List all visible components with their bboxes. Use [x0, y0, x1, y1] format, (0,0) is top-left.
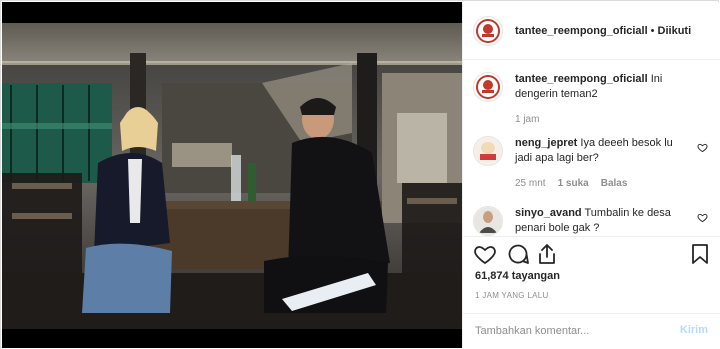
following-button[interactable]: Diikuti — [658, 25, 692, 37]
avatar[interactable] — [473, 15, 503, 46]
share-icon[interactable] — [535, 242, 559, 266]
caption-username[interactable]: tantee_reempong_oficiall — [515, 73, 648, 85]
list-item: sinyo_avand Tumbalin ke desa penari bole… — [473, 206, 713, 236]
heart-icon[interactable] — [697, 142, 708, 153]
separator-dot: • — [650, 24, 655, 37]
comment-list[interactable]: tantee_reempong_oficiall Ini dengerin te… — [463, 60, 720, 236]
profile-logo-icon — [474, 16, 502, 45]
post-dialog: tantee_reempong_oficiall • Diikuti tante… — [0, 0, 720, 348]
post-button[interactable]: Kirim — [680, 324, 708, 336]
comment-form: Kirim — [463, 313, 720, 348]
video-player[interactable] — [2, 2, 462, 348]
avatar-image-icon — [474, 207, 502, 235]
comment-username[interactable]: neng_jepret — [515, 137, 577, 149]
avatar-image-icon — [474, 137, 502, 165]
profile-logo-icon — [474, 73, 502, 101]
avatar[interactable] — [473, 136, 503, 166]
comment-likes[interactable]: 1 suka — [558, 176, 589, 191]
post-sidebar: tantee_reempong_oficiall • Diikuti tante… — [462, 2, 720, 348]
avatar[interactable] — [473, 206, 503, 236]
view-count[interactable]: 61,874 tayangan — [475, 270, 560, 282]
reply-button[interactable]: Balas — [601, 176, 628, 191]
post-header: tantee_reempong_oficiall • Diikuti — [463, 2, 720, 60]
avatar[interactable] — [473, 72, 503, 102]
heart-icon[interactable] — [697, 212, 708, 223]
header-username[interactable]: tantee_reempong_oficiall — [515, 25, 648, 37]
caption: tantee_reempong_oficiall Ini dengerin te… — [473, 72, 713, 127]
video-scene — [2, 23, 462, 329]
heart-icon[interactable] — [473, 242, 497, 266]
comment-icon[interactable] — [506, 242, 530, 266]
comment-time[interactable]: 25 mnt — [515, 176, 546, 191]
post-timestamp[interactable]: 1 JAM YANG LALU — [475, 291, 549, 300]
comment-username[interactable]: sinyo_avand — [515, 207, 582, 219]
comment-input[interactable] — [475, 322, 665, 340]
bookmark-icon[interactable] — [688, 242, 712, 266]
video-frame[interactable] — [2, 23, 462, 329]
list-item: neng_jepret Iya deeeh besok lu jadi apa … — [473, 136, 713, 191]
caption-time[interactable]: 1 jam — [515, 112, 539, 127]
